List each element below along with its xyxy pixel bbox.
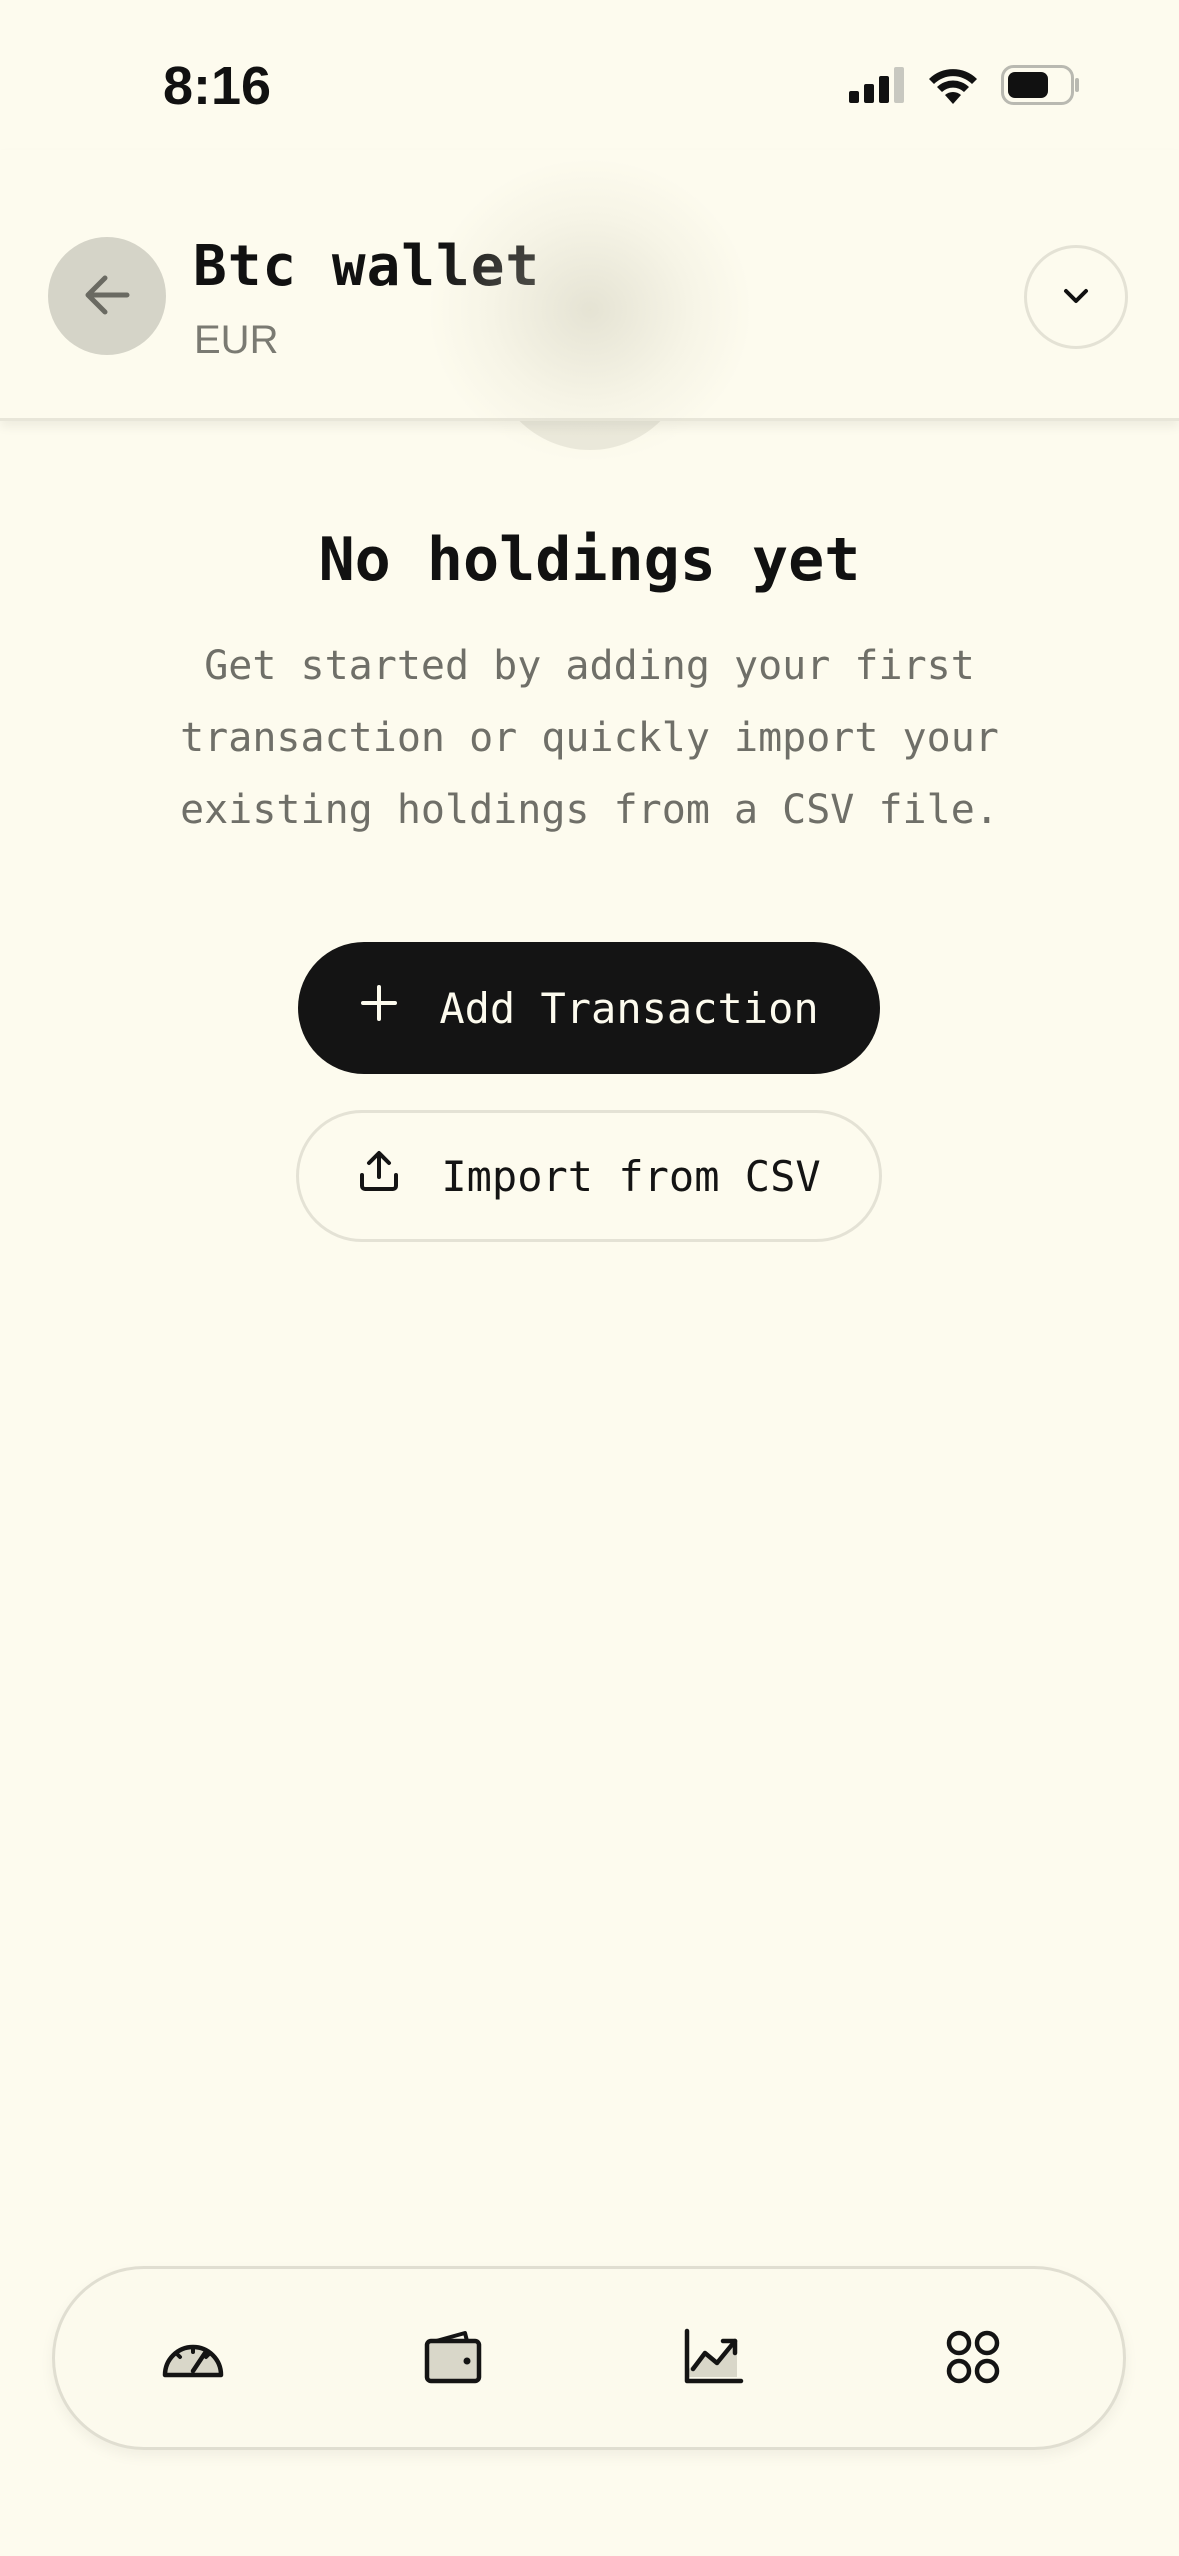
cellular-signal-icon [849,67,905,107]
import-csv-label: Import from CSV [441,1151,821,1201]
empty-state-title: No holdings yet [318,525,861,595]
wallet-currency: EUR [194,318,279,362]
back-button[interactable] [48,237,166,355]
wallet-icon [419,2323,487,2394]
battery-icon [1001,65,1081,109]
apps-grid-icon [939,2323,1007,2394]
plus-icon [359,983,399,1033]
tab-wallet[interactable] [413,2318,493,2398]
upload-icon [357,1149,401,1203]
wifi-icon [927,66,979,108]
bottom-tab-bar [52,2266,1126,2450]
chevron-down-icon [1058,284,1094,311]
status-time: 8:16 [163,56,272,116]
status-bar: 8:16 [0,0,1179,150]
import-csv-button[interactable]: Import from CSV [296,1110,882,1242]
chart-line-icon [679,2323,747,2394]
wallet-options-button[interactable] [1024,245,1128,349]
tab-dashboard[interactable] [153,2318,233,2398]
tab-performance[interactable] [673,2318,753,2398]
empty-state-description: Get started by adding your first transac… [180,643,999,833]
wallet-header: Btc wallet EUR [0,150,1179,421]
tab-more[interactable] [933,2318,1013,2398]
add-transaction-button[interactable]: Add Transaction [298,942,880,1074]
wallet-title: Btc wallet [193,234,541,299]
arrow-left-icon [79,267,135,326]
add-transaction-label: Add Transaction [439,983,819,1033]
dashboard-gauge-icon [159,2323,227,2394]
status-icons [849,62,1081,112]
